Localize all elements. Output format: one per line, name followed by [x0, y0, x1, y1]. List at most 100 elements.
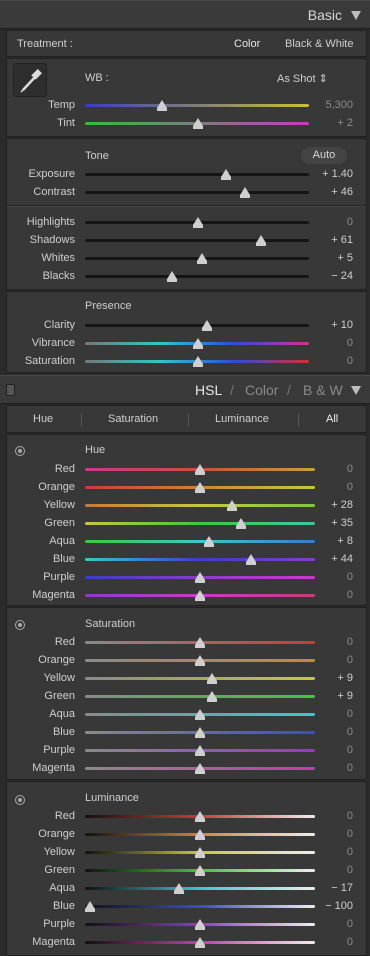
saturation-slider-thumb[interactable]	[195, 709, 205, 720]
luminance-slider-thumb[interactable]	[195, 811, 205, 822]
treatment-bw-option[interactable]: Black & White	[285, 38, 353, 50]
eyedropper-icon[interactable]	[13, 63, 47, 97]
saturation-slider-thumb[interactable]	[195, 727, 205, 738]
hue-slider-track[interactable]	[85, 522, 315, 525]
contrast-value[interactable]: + 46	[297, 186, 353, 198]
saturation-value[interactable]: 0	[297, 355, 353, 367]
blacks-value[interactable]: − 24	[297, 270, 353, 282]
hue-row-value[interactable]: + 35	[297, 517, 353, 529]
whites-slider-thumb[interactable]	[197, 253, 207, 264]
tint-value[interactable]: + 2	[297, 117, 353, 129]
luminance-row-value[interactable]: − 100	[297, 900, 353, 912]
exposure-value[interactable]: + 1.40	[297, 168, 353, 180]
exposure-slider-thumb[interactable]	[221, 169, 231, 180]
hue-row-value[interactable]: + 44	[297, 553, 353, 565]
blacks-slider-track[interactable]	[85, 275, 309, 278]
saturation-slider-thumb[interactable]	[195, 763, 205, 774]
clarity-value[interactable]: + 10	[297, 319, 353, 331]
temp-slider-thumb[interactable]	[157, 100, 167, 111]
luminance-slider-thumb[interactable]	[195, 919, 205, 930]
luminance-row-value[interactable]: 0	[297, 936, 353, 948]
tint-slider-thumb[interactable]	[193, 118, 203, 129]
hue-slider-thumb[interactable]	[195, 590, 205, 601]
collapse-triangle-icon[interactable]	[351, 11, 361, 20]
saturation-slider-track[interactable]	[85, 695, 315, 698]
tab-all[interactable]: All	[326, 413, 338, 425]
hue-row-value[interactable]: + 28	[297, 499, 353, 511]
wb-select[interactable]: As Shot ⇕	[277, 72, 328, 85]
hue-slider-thumb[interactable]	[236, 518, 247, 529]
saturation-slider-thumb[interactable]	[206, 673, 217, 684]
target-adjust-icon[interactable]	[15, 620, 25, 630]
hue-slider-thumb[interactable]	[195, 464, 205, 475]
saturation-row-value[interactable]: 0	[297, 654, 353, 666]
contrast-slider-track[interactable]	[85, 191, 309, 194]
saturation-row-value[interactable]: 0	[297, 744, 353, 756]
target-adjust-icon[interactable]	[15, 795, 25, 805]
vibrance-value[interactable]: 0	[297, 337, 353, 349]
saturation-slider-thumb[interactable]	[195, 637, 205, 648]
bw-tab[interactable]: B & W	[303, 382, 343, 398]
saturation-slider-track[interactable]	[85, 677, 315, 680]
luminance-row-value[interactable]: − 17	[297, 882, 353, 894]
luminance-slider-track[interactable]	[85, 905, 315, 908]
shadows-slider-thumb[interactable]	[256, 235, 266, 246]
luminance-slider-thumb[interactable]	[174, 883, 185, 894]
hue-row-value[interactable]: 0	[297, 571, 353, 583]
vibrance-slider-thumb[interactable]	[193, 338, 203, 349]
whites-value[interactable]: + 5	[297, 252, 353, 264]
luminance-row-value[interactable]: 0	[297, 864, 353, 876]
hue-row-value[interactable]: + 8	[297, 535, 353, 547]
hue-slider-thumb[interactable]	[195, 482, 205, 493]
luminance-slider-track[interactable]	[85, 887, 315, 890]
clarity-slider-track[interactable]	[85, 324, 309, 327]
luminance-slider-thumb[interactable]	[195, 829, 205, 840]
saturation-slider-thumb[interactable]	[193, 356, 203, 367]
luminance-slider-thumb[interactable]	[195, 847, 205, 858]
luminance-row-value[interactable]: 0	[297, 810, 353, 822]
hue-slider-track[interactable]	[85, 540, 315, 543]
temp-value[interactable]: 5,300	[297, 99, 353, 111]
contrast-slider-thumb[interactable]	[240, 187, 250, 198]
hue-slider-thumb[interactable]	[245, 554, 256, 565]
auto-button[interactable]: Auto	[301, 147, 347, 164]
hue-slider-thumb[interactable]	[227, 500, 238, 511]
hue-slider-thumb[interactable]	[204, 536, 215, 547]
saturation-slider-thumb[interactable]	[195, 655, 205, 666]
saturation-row-value[interactable]: 0	[297, 762, 353, 774]
panel-switch-icon[interactable]	[6, 384, 15, 396]
tab-hue[interactable]: Hue	[33, 413, 53, 425]
saturation-row-value[interactable]: 0	[297, 636, 353, 648]
color-tab[interactable]: Color	[245, 382, 278, 398]
highlights-slider-thumb[interactable]	[193, 217, 203, 228]
tab-saturation[interactable]: Saturation	[108, 413, 158, 425]
hue-slider-track[interactable]	[85, 558, 315, 561]
temp-slider-track[interactable]	[85, 104, 309, 107]
hue-row-value[interactable]: 0	[297, 481, 353, 493]
saturation-slider-thumb[interactable]	[195, 745, 205, 756]
collapse-triangle-icon[interactable]	[351, 386, 361, 395]
saturation-row-value[interactable]: + 9	[297, 690, 353, 702]
saturation-row-value[interactable]: + 9	[297, 672, 353, 684]
blacks-slider-thumb[interactable]	[167, 271, 177, 282]
exposure-slider-track[interactable]	[85, 173, 309, 176]
shadows-value[interactable]: + 61	[297, 234, 353, 246]
basic-panel-header[interactable]: Basic	[0, 0, 370, 29]
luminance-slider-thumb[interactable]	[195, 937, 205, 948]
clarity-slider-thumb[interactable]	[202, 320, 212, 331]
luminance-slider-thumb[interactable]	[195, 865, 205, 876]
hue-row-value[interactable]: 0	[297, 463, 353, 475]
hue-slider-thumb[interactable]	[195, 572, 205, 583]
saturation-slider-thumb[interactable]	[206, 691, 217, 702]
saturation-row-value[interactable]: 0	[297, 726, 353, 738]
highlights-value[interactable]: 0	[297, 216, 353, 228]
treatment-color-option[interactable]: Color	[234, 38, 260, 50]
luminance-slider-thumb[interactable]	[84, 901, 95, 912]
hue-row-value[interactable]: 0	[297, 589, 353, 601]
tab-luminance[interactable]: Luminance	[215, 413, 269, 425]
hue-slider-track[interactable]	[85, 504, 315, 507]
luminance-row-value[interactable]: 0	[297, 918, 353, 930]
luminance-row-value[interactable]: 0	[297, 828, 353, 840]
target-adjust-icon[interactable]	[15, 446, 25, 456]
hsl-tab[interactable]: HSL	[195, 382, 222, 398]
